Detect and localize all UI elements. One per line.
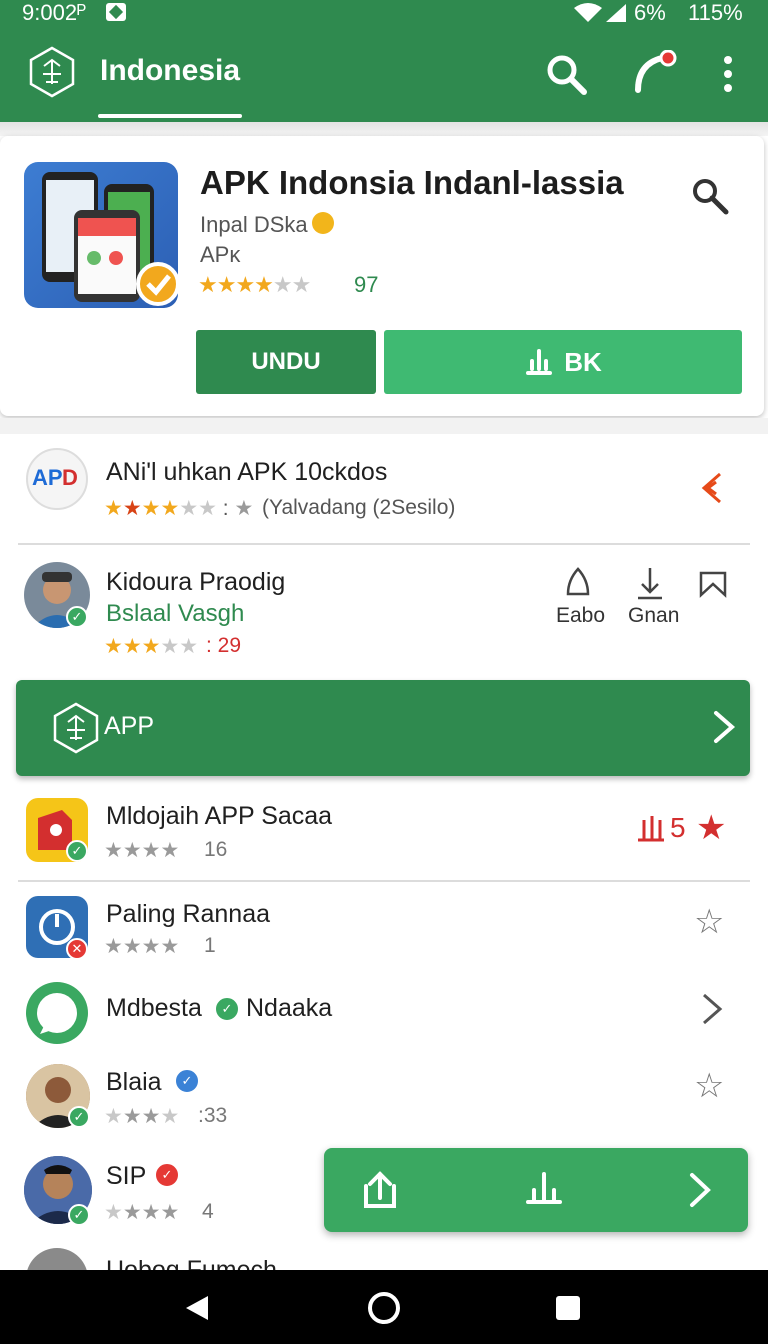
signal-text: 6%	[634, 0, 666, 25]
status-time: 9:002ᴾ	[22, 0, 87, 25]
banner-label: APP	[104, 712, 155, 740]
featured-rating-stars: ★★★★★★	[198, 272, 311, 297]
upload-icon[interactable]	[362, 1170, 398, 1210]
appbar-shadow	[0, 122, 768, 136]
star-icon[interactable]: ★	[696, 808, 726, 848]
featured-rating-count: 97	[354, 272, 379, 297]
list-item[interactable]: Mdbesta ✓ Ndaaka	[0, 980, 768, 1050]
list-item-rating-count: : 29	[206, 634, 242, 657]
verified-badge-icon: ✓	[174, 1068, 200, 1094]
undu-button[interactable]: UNDU	[196, 330, 376, 394]
check-badge-icon: ✓	[66, 840, 88, 862]
list-item[interactable]: ✓ Blaia ✓ ★★★★ :33 ☆	[0, 1058, 768, 1144]
recents-icon[interactable]	[554, 1294, 582, 1322]
featured-app-image	[24, 162, 178, 308]
download-icon[interactable]	[634, 566, 666, 600]
status-bar: 9:002ᴾ 6% 115%	[0, 0, 768, 26]
download-count: 5	[670, 812, 686, 843]
chevron-right-icon	[714, 711, 736, 743]
list-item[interactable]: ✓ Kidoura Praodig Bslaal Vasgh ★★★★★ : 2…	[0, 556, 768, 672]
list-item-rating: ★★★★	[104, 839, 180, 862]
action-label[interactable]: Gnan	[628, 604, 679, 628]
more-options-icon[interactable]	[716, 54, 740, 94]
row-divider	[18, 880, 750, 882]
list-item-title: Paling Rannaa	[106, 900, 271, 928]
battery-text: 115%	[688, 0, 743, 25]
list-item-title: Uobog Fumech	[106, 1256, 277, 1270]
verified-badge-icon: ✓	[154, 1162, 180, 1188]
download-icon	[526, 349, 553, 375]
list-item-title: SIP	[106, 1162, 147, 1190]
notification-icon	[106, 3, 126, 21]
bookmark-icon[interactable]	[698, 570, 728, 598]
list-item[interactable]: ✓ Mldojaih APP Sacaa ★★★★ 16 5 ★	[0, 794, 768, 884]
call-icon[interactable]	[632, 50, 680, 98]
verified-badge-icon: ✓	[214, 996, 240, 1022]
list-item-rating: ★★★★	[104, 1201, 180, 1224]
list-item-rating: ★★★★★★ : ★	[104, 497, 254, 520]
download-icon[interactable]	[524, 1170, 564, 1206]
check-badge-icon: ✓	[68, 1106, 90, 1128]
title-tab-indicator	[98, 114, 242, 118]
home-icon[interactable]	[366, 1290, 402, 1326]
chat-app-icon	[26, 982, 88, 1044]
user-avatar	[26, 1248, 88, 1270]
list-item-rating: ★★★★★	[104, 635, 199, 658]
list-item-subtitle: (Yalvadang (2Sesilo)	[262, 496, 456, 519]
featured-type: APĸ	[200, 242, 241, 267]
floating-action-bar	[324, 1148, 748, 1232]
search-icon[interactable]	[690, 176, 730, 216]
apd-avatar: AP D	[26, 448, 88, 510]
bk-button-label: BK	[564, 346, 602, 377]
app-logo-icon	[29, 46, 75, 98]
bk-button[interactable]: BK	[384, 330, 742, 394]
list-item-title: Kidoura Praodig	[106, 568, 286, 596]
system-nav-bar	[0, 1270, 768, 1344]
list-item-rating: ★★★★	[104, 1105, 180, 1128]
wifi-icon	[574, 3, 626, 22]
list-item-title: Mldojaih APP Sacaa	[106, 802, 333, 830]
download-count-icon	[638, 816, 664, 842]
chevron-right-icon[interactable]	[688, 1172, 712, 1208]
list-item-title: ANi'l uhkan APK 10ckdos	[106, 458, 388, 486]
check-badge-icon: ✓	[66, 606, 88, 628]
back-icon[interactable]	[184, 1294, 210, 1322]
undu-button-label: UNDU	[251, 348, 321, 375]
app-bar: Indonesia	[0, 26, 768, 122]
list-item-subtitle: Bslaal Vasgh	[106, 600, 245, 627]
chevron-right-icon[interactable]	[700, 992, 724, 1026]
page-title[interactable]: Indonesia	[100, 54, 240, 88]
search-icon[interactable]	[544, 52, 588, 96]
share-icon[interactable]	[696, 470, 728, 506]
featured-app-card[interactable]: APK Indonsia Indanl-lassia Inpal DSka AP…	[0, 136, 764, 416]
list-item-rating-count: 16	[204, 838, 228, 861]
list-item[interactable]: ✕ Paling Rannaa ★★★★ 1 ☆	[0, 892, 768, 972]
list-item-title-suffix: Ndaaka	[246, 994, 333, 1022]
section-separator	[0, 418, 768, 434]
list-item-rating-count: 1	[204, 934, 216, 957]
list-item[interactable]: Uobog Fumech	[0, 1246, 768, 1270]
bell-icon[interactable]	[562, 566, 594, 598]
list-item-rating-count: :33	[198, 1104, 228, 1127]
action-label[interactable]: Eabo	[556, 604, 605, 628]
list-item[interactable]: AP D ANi'l uhkan APK 10ckdos ★★★★★★ : ★ (…	[0, 444, 768, 545]
star-outline-icon[interactable]: ☆	[694, 902, 724, 942]
star-outline-icon[interactable]: ☆	[694, 1066, 724, 1106]
error-badge-icon: ✕	[66, 938, 88, 960]
verified-badge-icon	[312, 212, 334, 234]
app-logo-icon	[53, 702, 99, 754]
list-item-title: Blaia	[106, 1068, 162, 1096]
featured-developer: Inpal DSka	[200, 212, 308, 237]
check-badge-icon: ✓	[68, 1204, 90, 1226]
list-item-rating: ★★★★	[104, 935, 180, 958]
featured-app-name[interactable]: APK Indonsia Indanl-lassia	[200, 164, 624, 202]
app-section-banner[interactable]: APP	[16, 680, 750, 776]
list-item-title: Mdbesta	[106, 994, 202, 1022]
list-item-rating-count: 4	[202, 1200, 214, 1223]
row-divider	[18, 543, 750, 545]
